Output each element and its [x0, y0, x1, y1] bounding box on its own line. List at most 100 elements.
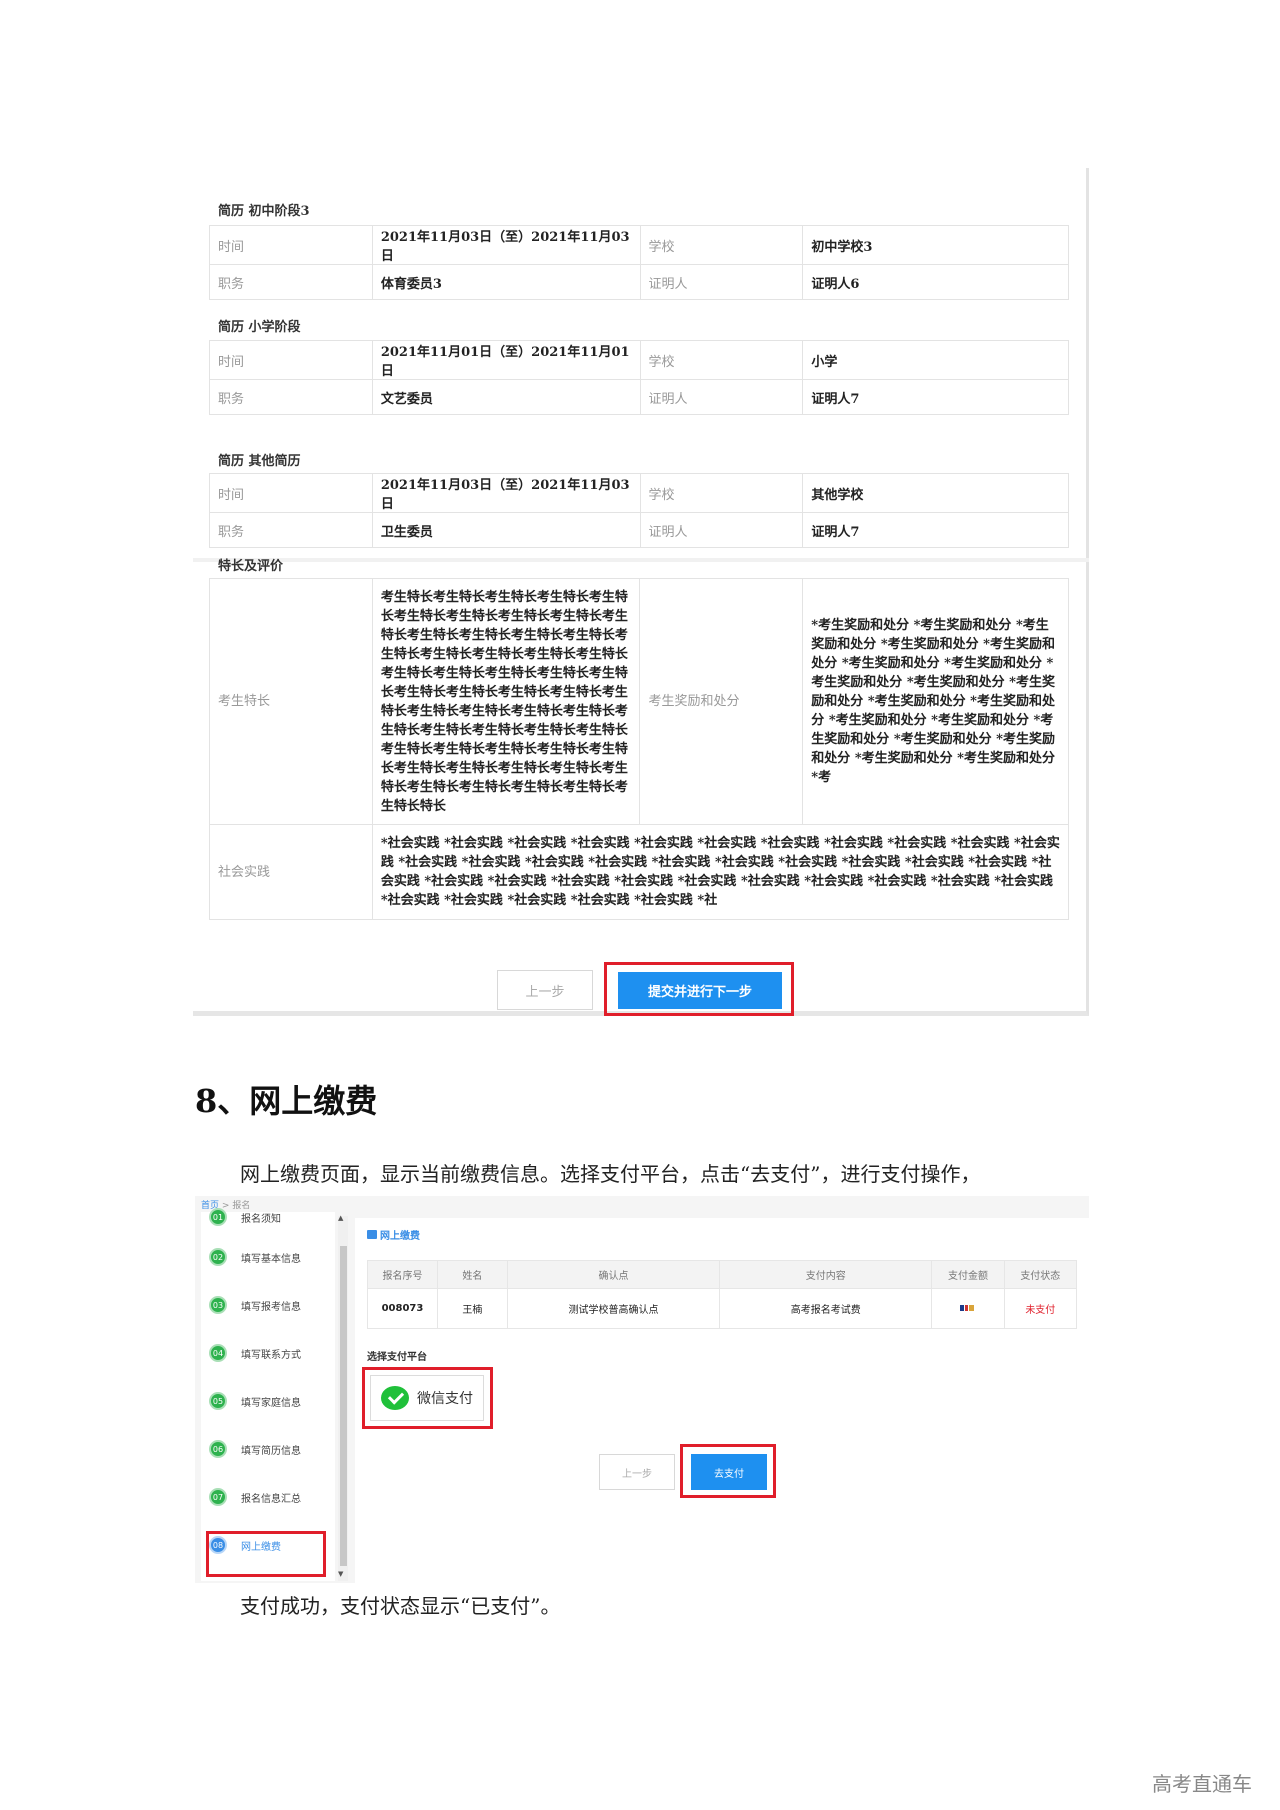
table-header-row: 报名序号 姓名 确认点 支付内容 支付金额 支付状态 — [367, 1260, 1078, 1289]
resume-table-primary-school: 时间 2021年11月01日（至）2021年11月01日 学校 小学 职务 文艺… — [209, 340, 1069, 415]
label-witness: 证明人 — [639, 379, 804, 415]
section-heading: 8、网上缴费 — [195, 1082, 378, 1120]
submit-next-button[interactable]: 提交并进行下一步 — [618, 972, 782, 1009]
label-school: 学校 — [639, 225, 804, 265]
label-time: 时间 — [209, 473, 373, 513]
section-divider — [193, 558, 1089, 562]
label-position: 职务 — [209, 264, 373, 300]
step-number: 04 — [209, 1344, 227, 1362]
section-title-middle-school: 简历 初中阶段3 — [218, 204, 310, 219]
label-specialty: 考生特长 — [209, 578, 373, 825]
sidebar-item-resume[interactable]: 06 填写简历信息 — [209, 1436, 301, 1462]
step-label: 填写家庭信息 — [241, 1397, 301, 1409]
payment-page-screenshot: 首页 > 报名 01 报名须知 02 填写基本信息 03 填写报考信息 04 填… — [195, 1196, 1089, 1583]
cell-amount — [931, 1288, 1005, 1329]
column-header: 报名序号 — [367, 1260, 438, 1289]
value-award: *考生奖励和处分 *考生奖励和处分 *考生奖励和处分 *考生奖励和处分 *考生奖… — [802, 578, 1069, 825]
section-title-other: 简历 其他简历 — [218, 454, 301, 469]
resume-table-other: 时间 2021年11月03日（至）2021年11月03日 学校 其他学校 职务 … — [209, 473, 1069, 548]
step-label: 报名信息汇总 — [241, 1493, 301, 1505]
step-label: 填写联系方式 — [241, 1349, 301, 1361]
value-time: 2021年11月03日（至）2021年11月03日 — [371, 225, 641, 265]
step-label: 填写简历信息 — [241, 1445, 301, 1457]
scroll-up-icon[interactable]: ▲ — [338, 1214, 343, 1222]
value-time: 2021年11月01日（至）2021年11月01日 — [371, 340, 641, 380]
cell-status: 未支付 — [1003, 1288, 1078, 1329]
table-row: 时间 2021年11月03日（至）2021年11月03日 学校 初中学校3 — [209, 225, 1069, 265]
sidebar-item-summary[interactable]: 07 报名信息汇总 — [209, 1484, 301, 1510]
cell-point: 测试学校普高确认点 — [506, 1288, 721, 1329]
label-witness: 证明人 — [639, 512, 804, 548]
value-witness: 证明人7 — [802, 512, 1069, 548]
wechat-pay-icon — [381, 1386, 409, 1410]
scroll-down-icon[interactable]: ▼ — [338, 1570, 343, 1578]
result-paragraph: 支付成功，支付状态显示“已支付”。 — [240, 1594, 561, 1618]
payment-panel: 网上缴费 报名序号 姓名 确认点 支付内容 支付金额 支付状态 008073 王… — [355, 1218, 1089, 1583]
table-row: 时间 2021年11月01日（至）2021年11月01日 学校 小学 — [209, 340, 1069, 380]
payment-table: 报名序号 姓名 确认点 支付内容 支付金额 支付状态 008073 王楠 测试学… — [367, 1260, 1078, 1329]
amount-image-icon — [959, 1305, 974, 1311]
table-row: 职务 体育委员3 证明人 证明人6 — [209, 264, 1069, 300]
table-row: 职务 文艺委员 证明人 证明人7 — [209, 379, 1069, 415]
column-header: 支付内容 — [719, 1260, 933, 1289]
value-witness: 证明人6 — [802, 264, 1069, 300]
sidebar-item-exam-info[interactable]: 03 填写报考信息 — [209, 1292, 301, 1318]
prev-step-button[interactable]: 上一步 — [599, 1454, 675, 1490]
label-time: 时间 — [209, 225, 373, 265]
label-school: 学校 — [639, 340, 804, 380]
value-witness: 证明人7 — [802, 379, 1069, 415]
cell-content: 高考报名考试费 — [719, 1288, 933, 1329]
intro-paragraph: 网上缴费页面，显示当前缴费信息。选择支付平台，点击“去支付”，进行支付操作， — [240, 1162, 981, 1186]
value-school: 小学 — [802, 340, 1069, 380]
value-school: 其他学校 — [802, 473, 1069, 513]
sidebar-item-basic-info[interactable]: 02 填写基本信息 — [209, 1244, 301, 1270]
resume-form-screenshot: 简历 初中阶段3 时间 2021年11月03日（至）2021年11月03日 学校… — [193, 168, 1089, 1016]
watermark: 高考直通车 — [1152, 1772, 1252, 1796]
highlight-box — [206, 1531, 326, 1577]
step-number: 07 — [209, 1488, 227, 1506]
sidebar-item-family[interactable]: 05 填写家庭信息 — [209, 1388, 301, 1414]
resume-table-middle-school: 时间 2021年11月03日（至）2021年11月03日 学校 初中学校3 职务… — [209, 225, 1069, 300]
scrollbar-thumb[interactable] — [340, 1246, 347, 1566]
step-label: 报名须知 — [241, 1213, 281, 1225]
go-pay-button[interactable]: 去支付 — [691, 1454, 767, 1490]
step-label: 填写报考信息 — [241, 1301, 301, 1313]
label-practice: 社会实践 — [209, 824, 373, 920]
value-position: 卫生委员 — [371, 512, 641, 548]
value-position: 体育委员3 — [371, 264, 641, 300]
platform-label: 选择支付平台 — [367, 1352, 427, 1363]
label-school: 学校 — [639, 473, 804, 513]
step-number: 05 — [209, 1392, 227, 1410]
prev-step-button[interactable]: 上一步 — [497, 970, 593, 1010]
step-number: 06 — [209, 1440, 227, 1458]
table-row: 社会实践 *社会实践 *社会实践 *社会实践 *社会实践 *社会实践 *社会实践… — [209, 824, 1070, 920]
label-award: 考生奖励和处分 — [639, 578, 804, 825]
sidebar-item-notice[interactable]: 01 报名须知 — [209, 1204, 281, 1230]
step-sidebar: 01 报名须知 02 填写基本信息 03 填写报考信息 04 填写联系方式 05… — [201, 1208, 335, 1581]
label-position: 职务 — [209, 512, 373, 548]
column-header: 姓名 — [436, 1260, 508, 1289]
label-position: 职务 — [209, 379, 373, 415]
wechat-pay-label: 微信支付 — [417, 1391, 473, 1407]
table-row: 008073 王楠 测试学校普高确认点 高考报名考试费 未支付 — [367, 1288, 1078, 1329]
label-time: 时间 — [209, 340, 373, 380]
value-practice: *社会实践 *社会实践 *社会实践 *社会实践 *社会实践 *社会实践 *社会实… — [371, 824, 1070, 920]
label-witness: 证明人 — [639, 264, 804, 300]
value-school: 初中学校3 — [802, 225, 1069, 265]
sidebar-item-contact[interactable]: 04 填写联系方式 — [209, 1340, 301, 1366]
calendar-icon — [367, 1230, 377, 1239]
value-position: 文艺委员 — [371, 379, 641, 415]
evaluation-table: 考生特长 考生特长考生特长考生特长考生特长考生特长考生特长考生特长考生特长考生特… — [209, 578, 1070, 920]
panel-title: 网上缴费 — [367, 1227, 420, 1242]
column-header: 支付金额 — [931, 1260, 1005, 1289]
panel-title-text: 网上缴费 — [380, 1231, 420, 1242]
column-header: 支付状态 — [1003, 1260, 1078, 1289]
step-number: 01 — [209, 1208, 227, 1226]
step-label: 填写基本信息 — [241, 1253, 301, 1265]
table-row: 考生特长 考生特长考生特长考生特长考生特长考生特长考生特长考生特长考生特长考生特… — [209, 578, 1069, 825]
wechat-pay-option[interactable]: 微信支付 — [370, 1375, 484, 1421]
step-number: 03 — [209, 1296, 227, 1314]
value-time: 2021年11月03日（至）2021年11月03日 — [371, 473, 641, 513]
cell-name: 王楠 — [436, 1288, 508, 1329]
value-specialty: 考生特长考生特长考生特长考生特长考生特长考生特长考生特长考生特长考生特长考生特长… — [371, 578, 641, 825]
